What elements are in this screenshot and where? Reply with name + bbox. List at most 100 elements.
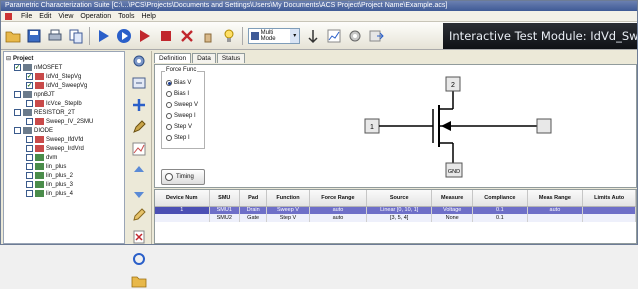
tree-item-idvd-stepvg[interactable]: IdVd_StepVg <box>26 72 81 81</box>
delete-icon[interactable] <box>130 229 148 245</box>
plot-icon[interactable] <box>326 28 342 44</box>
menu-file[interactable]: File <box>21 13 32 20</box>
radio-sweep-v[interactable]: Sweep V <box>166 102 198 108</box>
table-cell[interactable]: SMU1 <box>209 206 241 214</box>
tree-item-nmosfet[interactable]: nMOSFET <box>14 63 62 72</box>
repeat-run-icon[interactable] <box>137 28 153 44</box>
table-cell[interactable]: None <box>431 214 474 222</box>
tree-item-diode[interactable]: DIODE <box>14 126 53 135</box>
expand-icon[interactable]: ⊟ <box>6 55 11 62</box>
tree-item-lin-plus-3[interactable]: lin_plus_3 <box>26 180 73 189</box>
table-cell[interactable]: auto <box>527 206 584 214</box>
timing-button[interactable]: Timing <box>161 169 205 185</box>
radio-icon[interactable] <box>166 124 172 130</box>
tree-item-npnbjt[interactable]: npnBJT <box>14 90 55 99</box>
radio-sweep-i[interactable]: Sweep I <box>166 113 196 119</box>
radio-icon[interactable] <box>166 80 172 86</box>
table-cell[interactable]: [3, 5, 4] <box>366 214 433 222</box>
tree-checkbox[interactable] <box>26 145 33 152</box>
source-terminal[interactable]: GND <box>445 162 463 178</box>
radio-icon[interactable] <box>166 113 172 119</box>
tree-checkbox[interactable] <box>26 181 33 188</box>
tree-checkbox[interactable] <box>26 82 33 89</box>
tree-checkbox[interactable] <box>14 109 21 116</box>
menu-operation[interactable]: Operation <box>80 13 111 20</box>
tree-item-dvm[interactable]: dvm <box>26 153 57 162</box>
tree-checkbox[interactable] <box>26 154 33 161</box>
tab-data[interactable]: Data <box>192 53 216 63</box>
table-cell[interactable] <box>527 214 584 222</box>
tree-checkbox[interactable] <box>26 190 33 197</box>
chart-icon[interactable] <box>130 141 148 157</box>
tree-item-project[interactable]: ⊟ Project <box>6 54 33 63</box>
tree-checkbox[interactable] <box>26 100 33 107</box>
settings-icon[interactable] <box>347 28 363 44</box>
table-cell[interactable]: auto <box>309 206 368 214</box>
device-add-icon[interactable] <box>130 75 148 91</box>
move-down-icon[interactable] <box>130 185 148 201</box>
tree-checkbox[interactable] <box>14 91 21 98</box>
tree-item-resistor-2t[interactable]: RESISTOR_2T <box>14 108 75 117</box>
tree-item-lin-plus-2[interactable]: lin_plus_2 <box>26 171 73 180</box>
menu-tools[interactable]: Tools <box>118 13 134 20</box>
tree-checkbox[interactable] <box>26 163 33 170</box>
tree-checkbox[interactable] <box>14 127 21 134</box>
export-icon[interactable] <box>368 28 384 44</box>
delete-icon[interactable] <box>179 28 195 44</box>
drain-terminal[interactable]: 2 <box>445 76 461 92</box>
chevron-down-icon[interactable]: ▾ <box>290 28 299 43</box>
edit-icon[interactable] <box>130 119 148 135</box>
radio-bias-i[interactable]: Bias I <box>166 91 189 97</box>
column-header[interactable]: Pad <box>239 190 268 207</box>
column-header[interactable]: Meas Range <box>527 190 584 207</box>
stop-icon[interactable] <box>158 28 174 44</box>
column-header[interactable]: Measure <box>431 190 474 207</box>
table-cell[interactable]: Sweep V <box>266 206 310 214</box>
refresh-icon[interactable] <box>130 251 148 267</box>
column-header[interactable]: Force Range <box>309 190 368 207</box>
table-cell[interactable]: 1 <box>155 206 210 214</box>
radio-icon[interactable] <box>166 135 172 141</box>
tree-checkbox[interactable] <box>14 64 21 71</box>
table-cell[interactable] <box>582 214 636 222</box>
table-cell[interactable]: SMU2 <box>209 214 241 222</box>
radio-step-v[interactable]: Step V <box>166 124 192 130</box>
table-row[interactable]: 1 SMU1 Drain Sweep V auto Linear [0, 10,… <box>155 206 636 214</box>
tab-status[interactable]: Status <box>216 53 246 63</box>
menu-edit[interactable]: Edit <box>39 13 51 20</box>
column-header[interactable]: Function <box>266 190 310 207</box>
radio-icon[interactable] <box>166 102 172 108</box>
body-terminal[interactable] <box>536 118 552 134</box>
tree-checkbox[interactable] <box>26 136 33 143</box>
column-header[interactable]: Source <box>366 190 433 207</box>
tree-item-idvd-sweepvg[interactable]: IdVd_SweepVg <box>26 81 87 90</box>
mode-select[interactable]: Multi Mode ▾ <box>248 27 300 44</box>
column-header[interactable]: Limits Auto <box>582 190 636 207</box>
table-cell[interactable]: 0.1 <box>472 206 528 214</box>
project-tree[interactable]: ⊟ Project nMOSFET IdVd_StepVg IdVd_Sweep… <box>3 51 125 244</box>
lightbulb-icon[interactable] <box>221 28 237 44</box>
arrow-down-icon[interactable] <box>305 28 321 44</box>
tree-item-lin-plus[interactable]: lin_plus <box>26 162 66 171</box>
radio-step-i[interactable]: Step I <box>166 135 190 141</box>
save-icon[interactable] <box>26 28 42 44</box>
gear-icon[interactable] <box>130 53 148 69</box>
tab-definition[interactable]: Definition <box>154 53 192 63</box>
add-icon[interactable] <box>130 97 148 113</box>
print-icon[interactable] <box>47 28 63 44</box>
table-cell[interactable]: auto <box>309 214 368 222</box>
copy-icon[interactable] <box>68 28 84 44</box>
tree-item-sweep-ifdvfd[interactable]: Sweep_IfdVfd <box>26 135 83 144</box>
tree-item-icvce-stepib[interactable]: IcVce_StepIb <box>26 99 82 108</box>
run-append-icon[interactable] <box>116 28 132 44</box>
column-header[interactable]: SMU <box>209 190 241 207</box>
open-folder-icon[interactable] <box>5 28 21 44</box>
menu-help[interactable]: Help <box>141 13 155 20</box>
gate-terminal[interactable]: 1 <box>364 118 380 134</box>
table-cell[interactable]: Step V <box>266 214 310 222</box>
column-header[interactable]: Compliance <box>472 190 528 207</box>
tree-item-lin-plus-4[interactable]: lin_plus_4 <box>26 189 73 198</box>
run-icon[interactable] <box>95 28 111 44</box>
table-row[interactable]: SMU2 Gate Step V auto [3, 5, 4] None 0.1 <box>155 214 636 222</box>
table-cell[interactable] <box>582 206 636 214</box>
